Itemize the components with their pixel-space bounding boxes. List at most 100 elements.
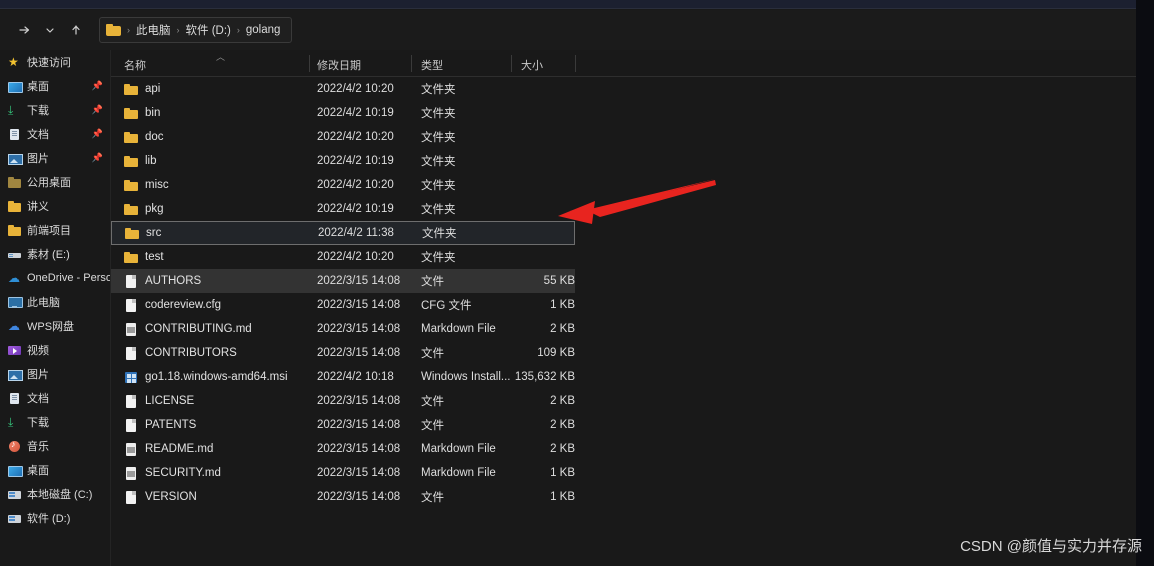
file-name-label: CONTRIBUTING.md [145, 323, 252, 335]
table-row[interactable]: CONTRIBUTING.md 2022/3/15 14:08 Markdown F… [111, 317, 575, 341]
table-row[interactable]: misc 2022/4/2 10:20 文件夹 [111, 173, 575, 197]
sidebar-item-6[interactable]: 讲义 [0, 194, 110, 218]
file-name-label: README.md [145, 443, 214, 455]
sidebar-item-2[interactable]: ⤓ 下载 📌 [0, 98, 110, 122]
table-row[interactable]: LICENSE 2022/3/15 14:08 文件 2 KB [111, 389, 575, 413]
pin-icon[interactable]: 📌 [92, 105, 103, 116]
table-row[interactable]: lib 2022/4/2 10:19 文件夹 [111, 149, 575, 173]
column-header-size[interactable]: 大小 [521, 57, 543, 73]
file-type-cell: 文件夹 [421, 108, 456, 120]
folder-icon [124, 179, 138, 192]
file-type-cell: CFG 文件 [421, 300, 472, 312]
breadcrumb-golang[interactable]: golang [243, 24, 284, 36]
sidebar-item-15[interactable]: ⤓ 下载 [0, 410, 110, 434]
file-list-pane: 名称 ︿ 修改日期 类型 大小 api 2022/4/2 10:20 文件夹 bin 2… [111, 50, 1136, 566]
sidebar-item-8[interactable]: 素材 (E:) [0, 242, 110, 266]
sidebar-item-9[interactable]: ☁ OneDrive - Persor [0, 266, 110, 290]
sidebar-item-17[interactable]: 桌面 [0, 458, 110, 482]
breadcrumb-separator: › [176, 25, 180, 35]
file-type-cell: 文件 [421, 420, 444, 432]
file-name-cell: AUTHORS [124, 274, 201, 288]
pin-icon[interactable]: 📌 [92, 129, 103, 140]
sidebar-item-14[interactable]: 文档 [0, 386, 110, 410]
table-row[interactable]: test 2022/4/2 10:20 文件夹 [111, 245, 575, 269]
sidebar-item-0[interactable]: ★ 快速访问 [0, 50, 110, 74]
table-row[interactable]: go1.18.windows-amd64.msi 2022/4/2 10:18 Wi… [111, 365, 575, 389]
sidebar-item-1[interactable]: 桌面 📌 [0, 74, 110, 98]
sidebar-item-5[interactable]: 公用桌面 [0, 170, 110, 194]
table-row[interactable]: CONTRIBUTORS 2022/3/15 14:08 文件 109 KB [111, 341, 575, 365]
sort-ascending-icon: ︿ [216, 52, 226, 62]
file-size-cell: 55 KB [543, 275, 575, 287]
desktop-icon [8, 80, 23, 93]
file-type-cell: 文件 [421, 396, 444, 408]
desktop-icon [8, 464, 23, 477]
table-row[interactable]: api 2022/4/2 10:20 文件夹 [111, 77, 575, 101]
local-drive-icon [8, 512, 21, 525]
sidebar-item-label: 快速访问 [27, 57, 71, 69]
sidebar-item-16[interactable]: 音乐 [0, 434, 110, 458]
file-type-cell: 文件 [421, 492, 444, 504]
up-button[interactable] [63, 17, 89, 43]
sidebar-item-7[interactable]: 前端项目 [0, 218, 110, 242]
watermark: CSDN @颜值与实力并存源 [960, 538, 1142, 555]
forward-button[interactable] [11, 17, 37, 43]
navigation-pane[interactable]: ★ 快速访问 桌面 📌 ⤓ 下载 📌 文档 📌 图片 📌 公用桌面 讲义 前端项目 素材 (E:) ☁ OneD… [0, 50, 110, 566]
music-icon [8, 439, 21, 453]
column-header-name[interactable]: 名称 [124, 57, 146, 73]
column-header-type[interactable]: 类型 [421, 57, 443, 73]
table-row[interactable]: codereview.cfg 2022/3/15 14:08 CFG 文件 1 KB [111, 293, 575, 317]
breadcrumb-drive-d[interactable]: 软件 (D:) [183, 22, 234, 38]
pin-icon[interactable]: 📌 [92, 153, 103, 164]
sidebar-item-19[interactable]: 软件 (D:) [0, 506, 110, 530]
table-row[interactable]: PATENTS 2022/3/15 14:08 文件 2 KB [111, 413, 575, 437]
file-size-cell: 2 KB [550, 419, 575, 431]
file-name-label: CONTRIBUTORS [145, 347, 237, 359]
folder-icon [8, 200, 21, 213]
table-row[interactable]: SECURITY.md 2022/3/15 14:08 Markdown File 1… [111, 461, 575, 485]
file-icon [124, 490, 138, 504]
file-size-cell: 135,632 KB [514, 371, 575, 383]
pictures-icon [8, 152, 23, 165]
file-type-cell: 文件夹 [421, 156, 456, 168]
table-row[interactable]: doc 2022/4/2 10:20 文件夹 [111, 125, 575, 149]
breadcrumb-this-pc[interactable]: 此电脑 [133, 22, 174, 38]
folder-icon [124, 107, 138, 120]
sidebar-item-label: 文档 [27, 393, 49, 405]
file-date-cell: 2022/4/2 10:20 [317, 251, 394, 263]
file-name-cell: doc [124, 131, 164, 144]
sidebar-item-label: 软件 (D:) [27, 513, 71, 525]
sidebar-item-4[interactable]: 图片 📌 [0, 146, 110, 170]
table-row[interactable]: pkg 2022/4/2 10:19 文件夹 [111, 197, 575, 221]
file-name-cell: README.md [124, 442, 214, 456]
table-row[interactable]: VERSION 2022/3/15 14:08 文件 1 KB [111, 485, 575, 509]
table-row[interactable]: AUTHORS 2022/3/15 14:08 文件 55 KB [111, 269, 575, 293]
sidebar-item-label: 此电脑 [27, 297, 60, 309]
table-row[interactable]: README.md 2022/3/15 14:08 Markdown File 2 K… [111, 437, 575, 461]
file-type-cell: 文件夹 [421, 84, 456, 96]
table-row[interactable]: src 2022/4/2 11:38 文件夹 [111, 221, 575, 245]
sidebar-item-10[interactable]: 此电脑 [0, 290, 110, 314]
sidebar-item-label: 音乐 [27, 441, 49, 453]
table-row[interactable]: bin 2022/4/2 10:19 文件夹 [111, 101, 575, 125]
sidebar-item-label: 桌面 [27, 465, 49, 477]
file-name-cell: SECURITY.md [124, 466, 221, 480]
sidebar-item-3[interactable]: 文档 📌 [0, 122, 110, 146]
sidebar-item-11[interactable]: ☁ WPS网盘 [0, 314, 110, 338]
column-header-date[interactable]: 修改日期 [317, 57, 361, 73]
file-size-cell: 1 KB [550, 491, 575, 503]
sidebar-item-label: OneDrive - Persor [27, 272, 110, 284]
sidebar-item-12[interactable]: 视频 [0, 338, 110, 362]
file-name-cell: misc [124, 179, 169, 192]
sidebar-item-13[interactable]: 图片 [0, 362, 110, 386]
sidebar-item-18[interactable]: 本地磁盘 (C:) [0, 482, 110, 506]
sidebar-item-label: 图片 [27, 369, 49, 381]
file-name-label: SECURITY.md [145, 467, 221, 479]
file-name-cell: LICENSE [124, 394, 194, 408]
file-name-label: VERSION [145, 491, 197, 503]
recent-locations-button[interactable] [37, 17, 63, 43]
pin-icon[interactable]: 📌 [92, 81, 103, 92]
file-explorer-window: › 此电脑 › 软件 (D:) › golang ★ 快速访问 桌面 📌 ⤓ 下载 📌 文档 📌… [0, 0, 1136, 566]
download-icon: ⤓ [8, 414, 14, 429]
address-bar[interactable]: › 此电脑 › 软件 (D:) › golang [99, 17, 293, 43]
